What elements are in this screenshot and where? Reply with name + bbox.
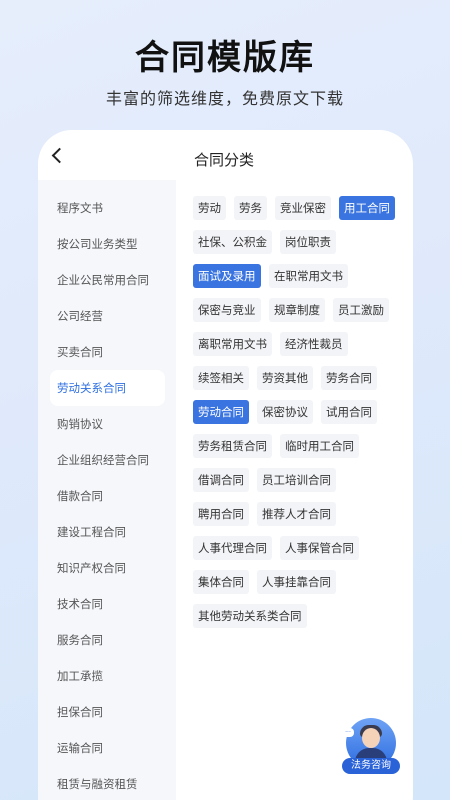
- category-tag[interactable]: 劳务合同: [321, 366, 377, 390]
- category-tag[interactable]: 集体合同: [193, 570, 249, 594]
- category-tag[interactable]: 保密与竞业: [193, 298, 261, 322]
- sidebar-item[interactable]: 加工承揽: [50, 658, 165, 694]
- category-tag[interactable]: 规章制度: [269, 298, 325, 322]
- sidebar-item[interactable]: 借款合同: [50, 478, 165, 514]
- category-sidebar: 程序文书 按公司业务类型 企业公民常用合同 公司经营 买卖合同 劳动关系合同 购销协议 企业组…: [38, 180, 176, 800]
- sidebar-item[interactable]: 劳动关系合同: [50, 370, 165, 406]
- category-tag[interactable]: 推荐人才合同: [257, 502, 336, 526]
- sidebar-item[interactable]: 买卖合同: [50, 334, 165, 370]
- chevron-left-icon[interactable]: [51, 147, 68, 164]
- page-title: 合同分类: [194, 151, 255, 169]
- category-tag[interactable]: 人事代理合同: [193, 536, 272, 560]
- tag-panel: 劳动 劳务 竞业保密 用工合同社保、公积金 岗位职责 面试及录用 在职常用文书 保密与竞业 规章…: [176, 180, 413, 800]
- category-tag[interactable]: 竞业保密: [275, 196, 331, 220]
- sidebar-item[interactable]: 服务合同: [50, 622, 165, 658]
- category-tag[interactable]: 员工培训合同: [257, 468, 336, 492]
- category-tag[interactable]: 劳务租赁合同: [193, 434, 272, 458]
- category-tag[interactable]: 试用合同: [321, 400, 377, 424]
- category-tag[interactable]: 员工激励: [333, 298, 389, 322]
- category-tag[interactable]: 临时用工合同: [280, 434, 359, 458]
- sidebar-item[interactable]: 租赁与融资租赁: [50, 766, 165, 800]
- category-tag[interactable]: 人事挂靠合同: [257, 570, 336, 594]
- category-tag[interactable]: 人事保管合同: [280, 536, 359, 560]
- sidebar-item[interactable]: 知识产权合同: [50, 550, 165, 586]
- category-tag[interactable]: 劳务: [234, 196, 267, 220]
- sidebar-item[interactable]: 企业组织经营合同: [50, 442, 165, 478]
- sidebar-item[interactable]: 程序文书: [50, 190, 165, 226]
- category-tag[interactable]: 保密协议: [257, 400, 313, 424]
- category-tag[interactable]: 聘用合同: [193, 502, 249, 526]
- category-tag[interactable]: 离职常用文书: [193, 332, 272, 356]
- sidebar-item[interactable]: 企业公民常用合同: [50, 262, 165, 298]
- sidebar-item[interactable]: 运输合同: [50, 730, 165, 766]
- sidebar-item[interactable]: 购销协议: [50, 406, 165, 442]
- top-bar: 合同分类: [38, 130, 413, 180]
- sidebar-item[interactable]: 按公司业务类型: [50, 226, 165, 262]
- sidebar-item[interactable]: 建设工程合同: [50, 514, 165, 550]
- category-tag[interactable]: 续签相关: [193, 366, 249, 390]
- hero-subtitle: 丰富的筛选维度，免费原文下载: [105, 89, 344, 108]
- category-tag[interactable]: 岗位职责: [280, 230, 336, 254]
- phone-screen: 合同分类 程序文书 按公司业务类型 企业公民常用合同 公司经营 买卖合同 劳动关系合同 购销…: [38, 130, 413, 800]
- legal-consult-button[interactable]: ··· 法务咨询: [342, 718, 400, 776]
- chat-bubble-icon: ···: [342, 728, 354, 737]
- category-tag[interactable]: 面试及录用: [193, 264, 261, 288]
- category-tag[interactable]: 借调合同: [193, 468, 249, 492]
- category-tag[interactable]: 在职常用文书: [269, 264, 348, 288]
- consult-label: 法务咨询: [342, 758, 400, 774]
- category-tag[interactable]: 劳动: [193, 196, 226, 220]
- hero-title: 合同模版库: [135, 38, 315, 78]
- sidebar-item[interactable]: 技术合同: [50, 586, 165, 622]
- category-tag[interactable]: 经济性裁员: [280, 332, 348, 356]
- category-tag[interactable]: 劳资其他: [257, 366, 313, 390]
- category-tag[interactable]: 社保、公积金: [193, 230, 272, 254]
- sidebar-item[interactable]: 公司经营: [50, 298, 165, 334]
- category-tag[interactable]: 其他劳动关系类合同: [193, 604, 307, 628]
- category-tag[interactable]: 用工合同: [339, 196, 395, 220]
- sidebar-item[interactable]: 担保合同: [50, 694, 165, 730]
- category-tag[interactable]: 劳动合同: [193, 400, 249, 424]
